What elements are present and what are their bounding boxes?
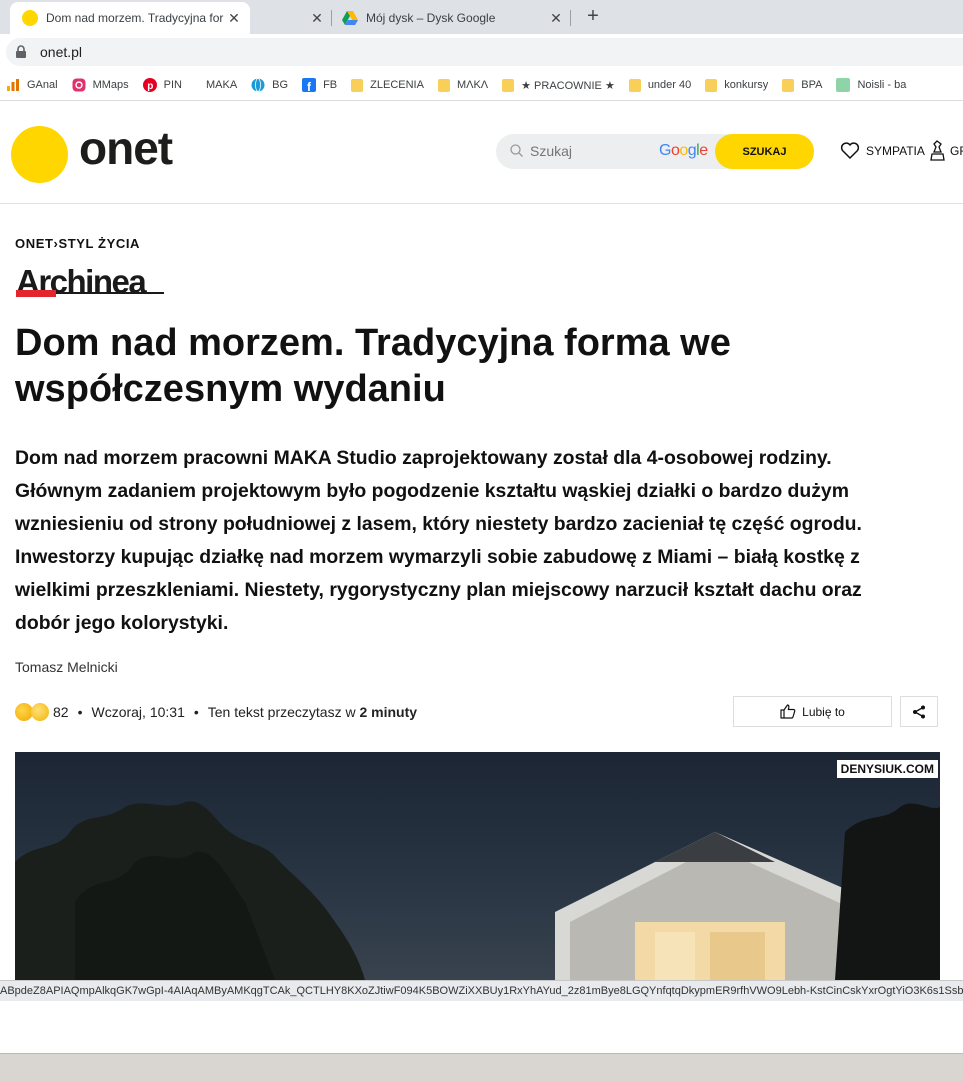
bookmark-label: konkursy — [724, 79, 769, 91]
bookmark-label: MMaps — [92, 79, 129, 91]
article-lead: Dom nad morzem pracowni MAKA Studio zapr… — [15, 447, 862, 634]
sympatia-label: SYMPATIA — [866, 144, 925, 158]
bookmarks-bar: GAnal MMaps p PIN MAKA BG f FB ZLECENIA … — [0, 70, 963, 101]
analytics-icon — [7, 79, 19, 91]
close-tab-icon[interactable]: ✕ — [546, 10, 566, 27]
new-tab-button[interactable]: + — [583, 4, 603, 28]
bookmark-label: MΛKΛ — [456, 79, 489, 91]
url-text[interactable]: onet.pl — [40, 44, 82, 60]
search-bar: Google SZUKAJ — [496, 134, 814, 169]
close-tab-icon[interactable]: ✕ — [307, 10, 327, 27]
globe-icon — [251, 78, 265, 92]
breadcrumb[interactable]: ONET›STYL ŻYCIA — [15, 236, 140, 251]
read-time-value: 2 minuty — [359, 704, 418, 720]
google-logo: Google — [659, 142, 708, 159]
search-icon — [510, 144, 523, 157]
bookmark-zlecenia[interactable]: ZLECENIA — [351, 78, 424, 92]
instagram-icon — [72, 78, 86, 92]
read-time-prefix: Ten tekst przeczytasz w — [207, 704, 356, 720]
meta-separator: • — [193, 704, 199, 720]
folder-icon — [782, 78, 795, 92]
photo-credit: DENYSIUK.COM — [836, 760, 938, 778]
share-button[interactable] — [900, 696, 938, 727]
tab-onet-article[interactable]: Dom nad morzem. Tradycyjna forma ✕ — [10, 2, 250, 34]
sympatia-link[interactable]: SYMPATIA — [840, 142, 925, 160]
bookmark-pracownie[interactable]: ★ PRACOWNIE ★ — [502, 78, 615, 92]
thumbs-up-icon — [780, 704, 796, 719]
like-button[interactable]: Lubię to — [733, 696, 892, 727]
close-tab-icon[interactable]: ✕ — [224, 10, 244, 27]
bookmark-under40[interactable]: under 40 — [628, 78, 692, 92]
page-blank-area — [0, 1001, 963, 1053]
bookmark-label: FB — [323, 79, 338, 91]
facebook-icon: f — [302, 78, 317, 92]
bookmark-label: BPA — [801, 79, 823, 91]
search-button[interactable]: SZUKAJ — [715, 134, 814, 169]
bookmark-maka-folder[interactable]: MΛKΛ — [437, 78, 489, 92]
bookmark-fb[interactable]: f FB — [302, 78, 337, 92]
bookmark-label: under 40 — [647, 79, 692, 91]
confused-face-reaction-icon[interactable] — [31, 703, 49, 721]
heart-icon — [840, 142, 860, 159]
bookmark-label: PIN — [163, 79, 182, 91]
bookmark-label: ZLECENIA — [370, 79, 424, 91]
lock-icon[interactable] — [14, 45, 28, 59]
bookmark-ganal[interactable]: GAnal — [6, 78, 58, 92]
folder-icon — [502, 78, 515, 92]
tab-title: Mój dysk – Dysk Google — [366, 11, 496, 25]
bookmark-konkursy[interactable]: konkursy — [705, 78, 769, 92]
bookmark-label: MAKA — [205, 79, 238, 91]
bookmark-mmaps[interactable]: MMaps — [72, 78, 129, 92]
reactions-count: 82 — [53, 704, 69, 720]
publish-date: Wczoraj, 10:31 — [91, 704, 185, 720]
bookmark-bg[interactable]: BG — [251, 78, 288, 92]
archinea-red-bar — [16, 290, 56, 297]
bookmark-label: BG — [272, 79, 289, 91]
article-hero-image[interactable]: DENYSIUK.COM — [15, 752, 940, 980]
folder-icon — [628, 78, 641, 92]
archinea-logo[interactable]: Archinea — [15, 262, 165, 302]
games-link[interactable]: GR — [929, 140, 963, 162]
article-title: Dom nad morzem. Tradycyjna forma we wspó… — [15, 322, 731, 410]
tab-title: Dom nad morzem. Tradycyjna forma — [46, 11, 224, 25]
article-meta: 82 • Wczoraj, 10:31 • Ten tekst przeczyt… — [15, 700, 417, 724]
svg-text:p: p — [147, 81, 153, 92]
folder-icon — [437, 78, 450, 92]
bookmark-noisli[interactable]: Noisli - ba — [836, 78, 906, 92]
google-drive-icon — [342, 11, 358, 25]
article-author[interactable]: Tomasz Melnicki — [15, 659, 118, 675]
os-taskbar — [0, 1053, 963, 1081]
onet-logo-circle[interactable] — [11, 126, 68, 183]
like-label: Lubię to — [802, 704, 845, 719]
bookmark-label: Noisli - ba — [857, 79, 907, 91]
pinterest-icon: p — [142, 78, 157, 92]
search-input[interactable] — [530, 142, 640, 160]
folder-icon — [351, 78, 364, 92]
share-icon — [913, 705, 925, 718]
bookmark-label: GAnal — [27, 79, 58, 91]
tab-divider — [570, 10, 571, 26]
bookmark-pin[interactable]: p PIN — [142, 78, 182, 92]
noisli-icon — [836, 78, 851, 92]
omnibox[interactable]: onet.pl — [6, 38, 963, 66]
games-label: GR — [950, 144, 963, 158]
house-photo-illustration — [15, 801, 940, 980]
site-header: onet Google SZUKAJ SYMPATIA GR — [0, 101, 963, 204]
bookmark-maka[interactable]: MAKA — [206, 79, 237, 91]
browser-tab-strip: Dom nad morzem. Tradycyjna forma ✕ ✕ Mój… — [0, 0, 963, 34]
tab-google-drive[interactable]: ✕ Mój dysk – Dysk Google ✕ — [250, 2, 570, 34]
bookmark-label: ★ PRACOWNIE ★ — [521, 79, 615, 92]
onet-favicon-icon — [22, 10, 38, 26]
bookmark-bpa[interactable]: BPA — [782, 78, 823, 92]
folder-icon — [705, 78, 718, 92]
status-bar-url: ABpdeZ8APIAQmpAlkqGK7wGpI-4AIAqAMByAMKqg… — [0, 980, 963, 1001]
onet-logo-text[interactable]: onet — [79, 121, 173, 175]
meta-separator: • — [77, 704, 83, 720]
address-bar-row: onet.pl — [0, 34, 963, 70]
chess-piece-icon — [930, 140, 945, 161]
